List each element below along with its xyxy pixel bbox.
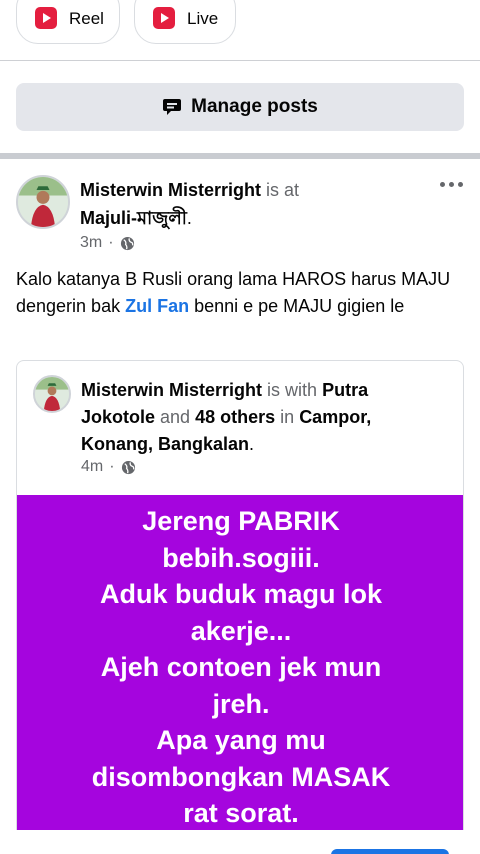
location-link[interactable]: Majuli-মাজুলী: [80, 208, 187, 228]
post-text-part2: benni e pe MAJU gigien le: [189, 296, 405, 316]
shared-post-header: Misterwin Misterright is with Putra Joko…: [81, 377, 441, 458]
others-link[interactable]: 48 others: [195, 407, 275, 427]
profile-photo: [18, 177, 68, 227]
separator-dot: ·: [108, 234, 114, 251]
globe-icon: [120, 236, 134, 250]
separator-dot: ·: [109, 458, 115, 475]
post-text: Kalo katanya B Rusli orang lama HAROS ha…: [16, 266, 466, 320]
manage-posts-button[interactable]: Manage posts: [16, 83, 464, 131]
shared-post-card[interactable]: Misterwin Misterright is with Putra Joko…: [16, 360, 464, 830]
dot-icon: [458, 181, 463, 187]
place-suffix: .: [249, 434, 255, 454]
divider: [0, 60, 480, 61]
checkin-label: is at: [266, 180, 300, 200]
reel-icon: [35, 7, 57, 29]
mention-link[interactable]: Zul Fan: [125, 296, 189, 316]
shared-post-meta: 4m ·: [81, 458, 136, 476]
in-label: in: [280, 407, 295, 427]
post-time[interactable]: 3m: [80, 234, 102, 252]
more-options-button[interactable]: [440, 177, 470, 191]
shared-author-name[interactable]: Misterwin Misterright: [81, 380, 262, 400]
live-button[interactable]: Live: [134, 0, 236, 44]
shared-post-time[interactable]: 4m: [81, 458, 103, 476]
status-background[interactable]: Jereng PABRIK bebih.sogiii. Aduk buduk m…: [17, 495, 463, 830]
location-suffix: .: [186, 208, 192, 228]
manage-posts-label: Manage posts: [191, 96, 318, 117]
with-label: is with: [267, 380, 318, 400]
avatar[interactable]: [16, 175, 70, 229]
globe-icon: [121, 460, 135, 474]
action-button[interactable]: [331, 849, 449, 854]
shared-avatar[interactable]: [33, 375, 71, 413]
live-label: Live: [187, 9, 219, 28]
speech-bubble-icon: [163, 99, 182, 115]
dot-icon: [440, 181, 445, 187]
reel-label: Reel: [69, 9, 104, 28]
and-label: and: [160, 407, 191, 427]
dot-icon: [449, 181, 454, 187]
create-post-shortcuts: Reel Live: [0, 0, 480, 60]
live-video-icon: [153, 7, 175, 29]
author-name[interactable]: Misterwin Misterright: [80, 180, 261, 200]
post-meta: 3m ·: [80, 234, 135, 252]
reel-button[interactable]: Reel: [16, 0, 120, 44]
section-divider: [0, 153, 480, 159]
status-text: Jereng PABRIK bebih.sogiii. Aduk buduk m…: [91, 506, 391, 828]
post-header: Misterwin Misterright is at Majuli-মাজুল…: [80, 176, 420, 232]
profile-photo: [35, 377, 69, 411]
